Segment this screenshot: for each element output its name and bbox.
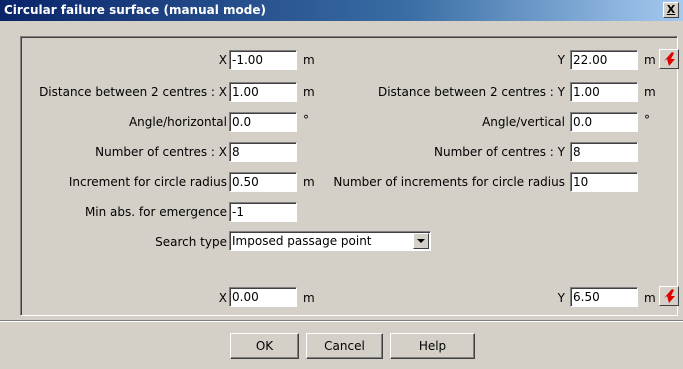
search-type-label: Search type <box>155 235 227 249</box>
passage-x-input[interactable]: 0.00 <box>229 287 297 307</box>
angle-horizontal-label: Angle/horizontal <box>128 115 227 129</box>
search-type-select[interactable]: Imposed passage point <box>229 231 431 251</box>
help-button[interactable]: Help <box>390 333 475 359</box>
number-centres-x-label: Number of centres : X <box>95 145 227 159</box>
increment-radius-label: Increment for circle radius <box>68 175 227 189</box>
number-centres-y-input[interactable]: 8 <box>570 142 638 162</box>
angle-vertical-input[interactable]: 0.0 <box>570 112 638 132</box>
centre-x-unit: m <box>303 53 315 67</box>
pick-passage-point-button[interactable] <box>659 286 679 306</box>
min-abs-label: Min abs. for emergence <box>84 205 227 219</box>
min-abs-input[interactable]: -1 <box>229 202 297 222</box>
distance-y-input[interactable]: 1.00 <box>570 82 638 102</box>
title-bar: Circular failure surface (manual mode) X <box>0 0 683 21</box>
number-increments-label: Number of increments for circle radius <box>333 175 565 189</box>
number-increments-input[interactable]: 10 <box>570 172 638 192</box>
window-title: Circular failure surface (manual mode) <box>4 3 266 17</box>
distance-x-unit: m <box>303 85 315 99</box>
passage-x-unit: m <box>303 291 315 305</box>
centre-y-unit: m <box>644 53 656 67</box>
centre-y-input[interactable]: 22.00 <box>570 50 638 70</box>
red-arrow-cursor-icon <box>664 52 675 66</box>
passage-y-unit: m <box>644 291 656 305</box>
angle-horizontal-input[interactable]: 0.0 <box>229 112 297 132</box>
centre-x-label: X <box>218 53 227 67</box>
distance-y-unit: m <box>644 85 656 99</box>
cancel-button[interactable]: Cancel <box>306 333 383 359</box>
passage-y-input[interactable]: 6.50 <box>570 287 638 307</box>
increment-radius-input[interactable]: 0.50 <box>229 172 297 192</box>
search-type-value: Imposed passage point <box>232 234 372 248</box>
ok-button[interactable]: OK <box>230 333 299 359</box>
passage-x-label: X <box>218 291 227 305</box>
pick-centre-button[interactable] <box>659 49 679 69</box>
increment-radius-unit: m <box>303 175 315 189</box>
close-button[interactable]: X <box>663 2 679 18</box>
distance-y-label: Distance between 2 centres : Y <box>377 85 565 99</box>
angle-vertical-label: Angle/vertical <box>482 115 565 129</box>
angle-vertical-unit: ° <box>644 113 650 127</box>
number-centres-x-input[interactable]: 8 <box>229 142 297 162</box>
angle-horizontal-unit: ° <box>303 113 309 127</box>
distance-x-label: Distance between 2 centres : X <box>39 85 227 99</box>
chevron-down-icon[interactable] <box>413 233 429 249</box>
centre-x-input[interactable]: -1.00 <box>229 50 297 70</box>
red-arrow-cursor-icon <box>664 289 675 303</box>
number-centres-y-label: Number of centres : Y <box>434 145 565 159</box>
centre-y-label: Y <box>557 53 565 67</box>
button-separator <box>0 320 683 322</box>
passage-y-label: Y <box>557 291 565 305</box>
distance-x-input[interactable]: 1.00 <box>229 82 297 102</box>
